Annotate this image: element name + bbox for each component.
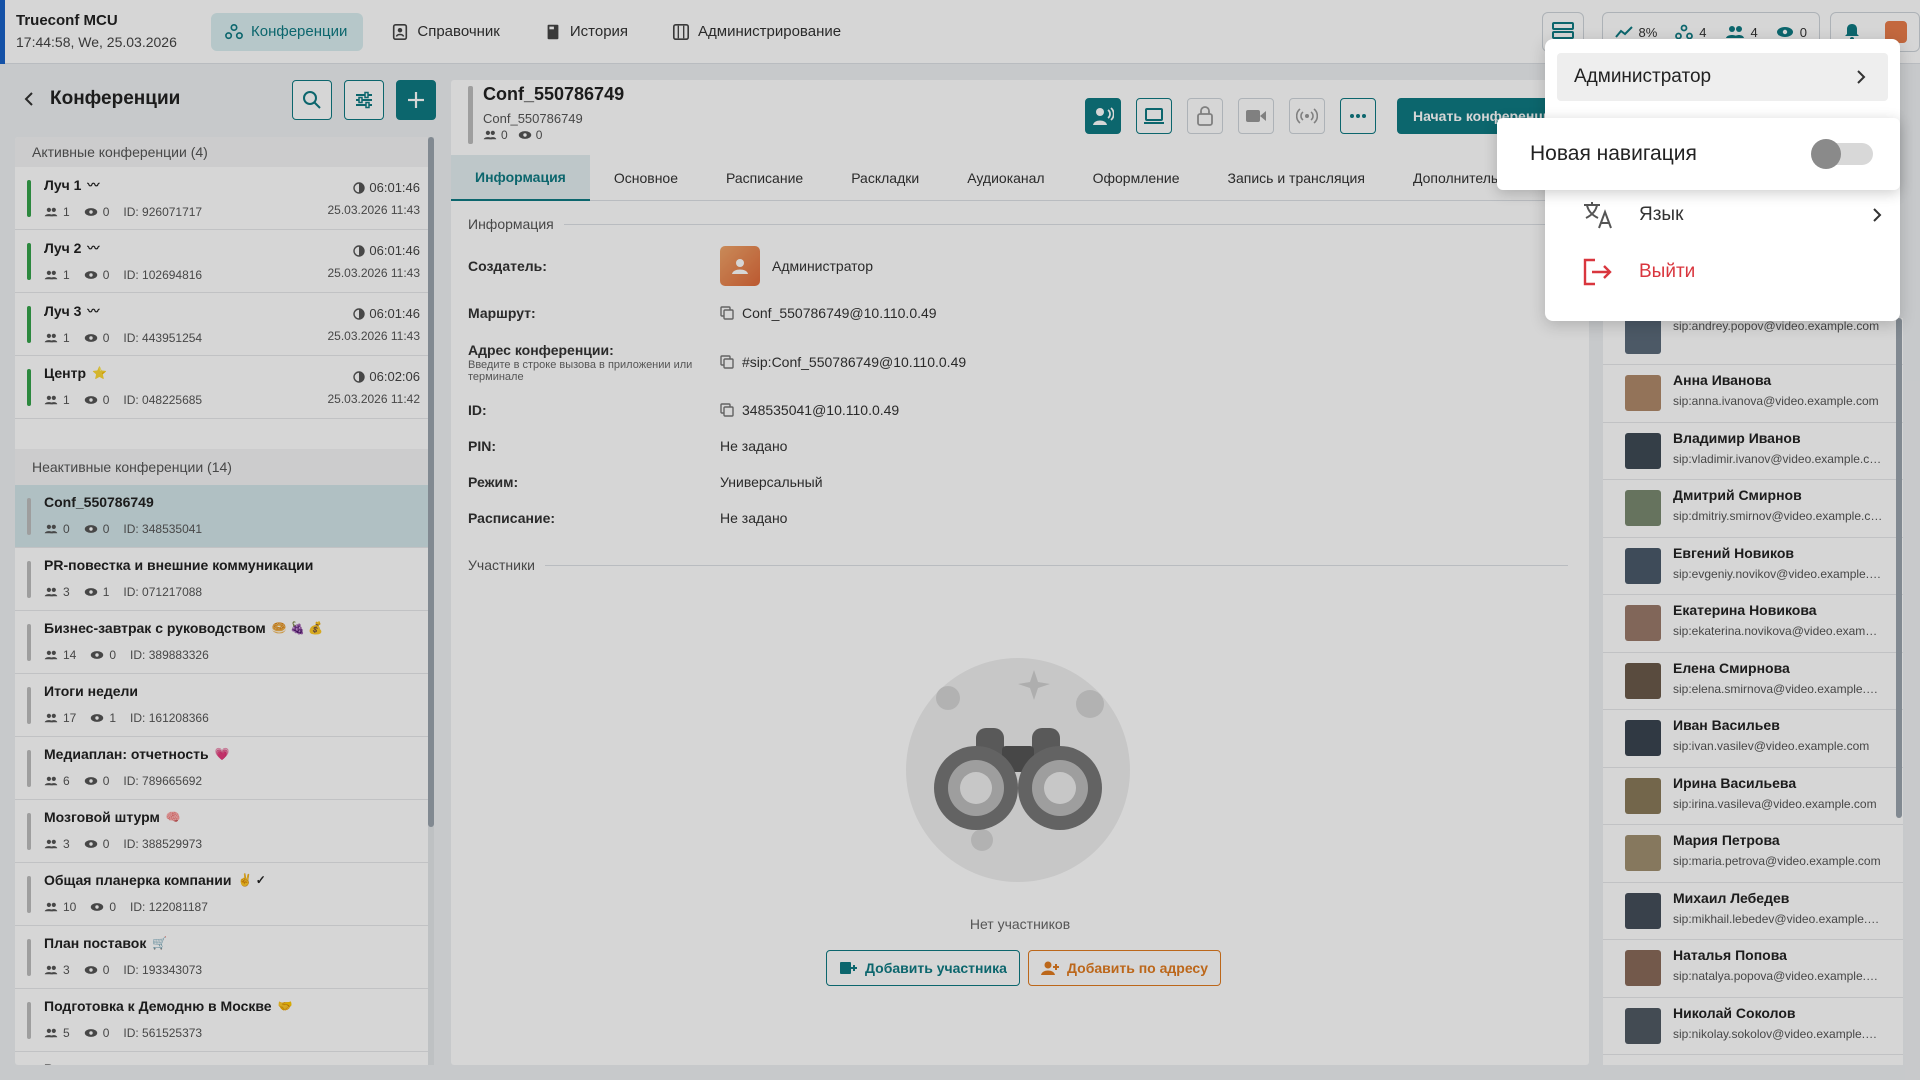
chevron-right-icon [1857, 70, 1866, 84]
translate-icon [1584, 202, 1612, 229]
new-navigation-toggle[interactable] [1811, 139, 1873, 169]
menu-user-label: Администратор [1574, 66, 1712, 87]
menu-logout-label: Выйти [1639, 261, 1696, 282]
toggle-knob [1811, 139, 1841, 169]
new-navigation-label: Новая навигация [1530, 142, 1697, 165]
new-navigation-card: Новая навигация [1497, 118, 1900, 190]
menu-item-language[interactable]: Язык [1582, 195, 1882, 235]
menu-item-logout[interactable]: Выйти [1582, 252, 1695, 292]
chevron-right-icon [1873, 208, 1882, 222]
menu-language-label: Язык [1639, 204, 1684, 225]
logout-icon [1583, 258, 1612, 286]
menu-item-user[interactable]: Администратор [1557, 53, 1888, 101]
